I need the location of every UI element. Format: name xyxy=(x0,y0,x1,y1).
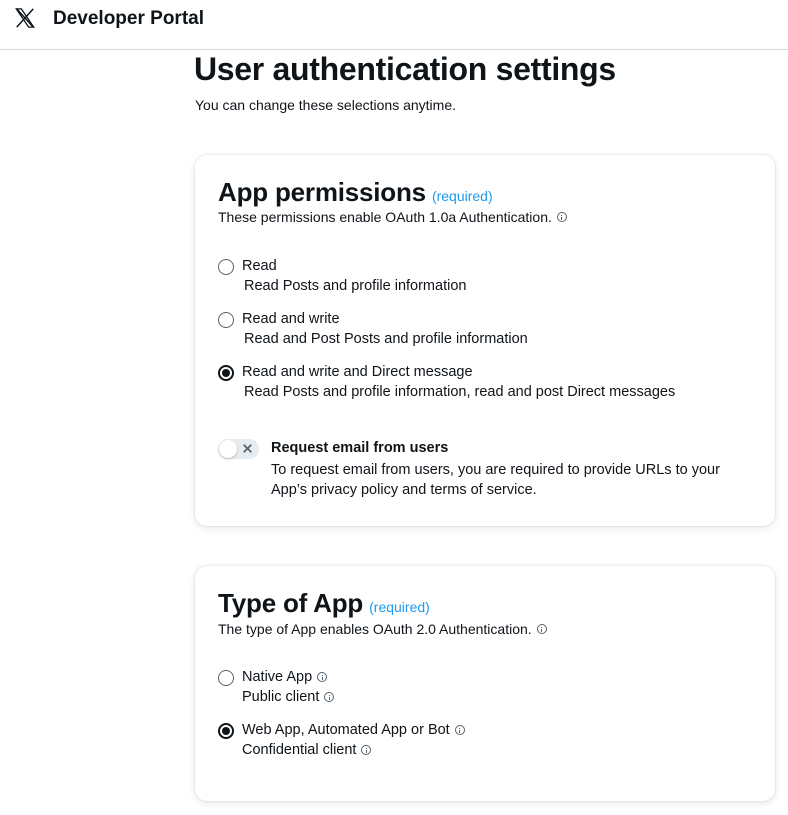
brand-title[interactable]: Developer Portal xyxy=(53,8,204,30)
email-toggle-label: Request email from users xyxy=(271,440,449,456)
app-permissions-heading: App permissions (required) xyxy=(218,177,493,208)
info-icon[interactable] xyxy=(324,692,335,702)
option-label-text: Web App, Automated App or Bot xyxy=(242,722,450,738)
app-permissions-title: App permissions xyxy=(218,177,426,207)
app-permissions-description: These permissions enable OAuth 1.0a Auth… xyxy=(218,209,567,225)
x-logo-icon[interactable] xyxy=(14,7,36,29)
email-toggle-description: To request email from users, you are req… xyxy=(271,462,720,498)
required-label: (required) xyxy=(369,599,430,615)
type-of-app-title: Type of App xyxy=(218,588,364,618)
info-icon[interactable] xyxy=(317,672,328,682)
option-label-text: Native App xyxy=(242,669,313,685)
option-label: Read xyxy=(242,258,277,274)
email-toggle[interactable] xyxy=(218,439,259,459)
option-label: Read and write and Direct message xyxy=(242,364,473,380)
type-of-app-card: Type of App (required) The type of App en… xyxy=(195,566,775,801)
info-icon[interactable] xyxy=(536,624,547,634)
radio-button-selected[interactable] xyxy=(218,365,234,381)
toggle-knob xyxy=(219,440,237,458)
option-description: Confidential client xyxy=(242,742,372,758)
option-description: Read Posts and profile information, read… xyxy=(244,384,676,400)
app-permissions-description-text: These permissions enable OAuth 1.0a Auth… xyxy=(218,209,552,225)
type-of-app-description-text: The type of App enables OAuth 2.0 Authen… xyxy=(218,621,532,637)
option-description: Public client xyxy=(242,689,335,705)
page-title: User authentication settings xyxy=(194,51,616,87)
required-label: (required) xyxy=(431,188,493,204)
page-subtitle: You can change these selections anytime. xyxy=(195,97,456,113)
close-icon xyxy=(243,444,252,453)
option-description: Read and Post Posts and profile informat… xyxy=(244,331,528,347)
radio-button[interactable] xyxy=(218,259,234,275)
type-of-app-description: The type of App enables OAuth 2.0 Authen… xyxy=(218,621,547,637)
info-icon[interactable] xyxy=(454,725,465,735)
info-icon[interactable] xyxy=(556,212,567,222)
option-description-text: Confidential client xyxy=(242,742,357,758)
radio-button-selected[interactable] xyxy=(218,723,234,739)
info-icon[interactable] xyxy=(361,745,372,755)
top-bar: Developer Portal xyxy=(0,0,788,50)
option-description-text: Public client xyxy=(242,689,320,705)
option-description: Read Posts and profile information xyxy=(244,278,467,294)
radio-button[interactable] xyxy=(218,312,234,328)
option-label: Web App, Automated App or Bot xyxy=(242,722,465,738)
option-label: Read and write xyxy=(242,311,340,327)
app-permissions-card: App permissions (required) These permissi… xyxy=(195,155,775,526)
radio-button[interactable] xyxy=(218,670,234,686)
option-label: Native App xyxy=(242,669,328,685)
type-of-app-heading: Type of App (required) xyxy=(218,588,430,619)
